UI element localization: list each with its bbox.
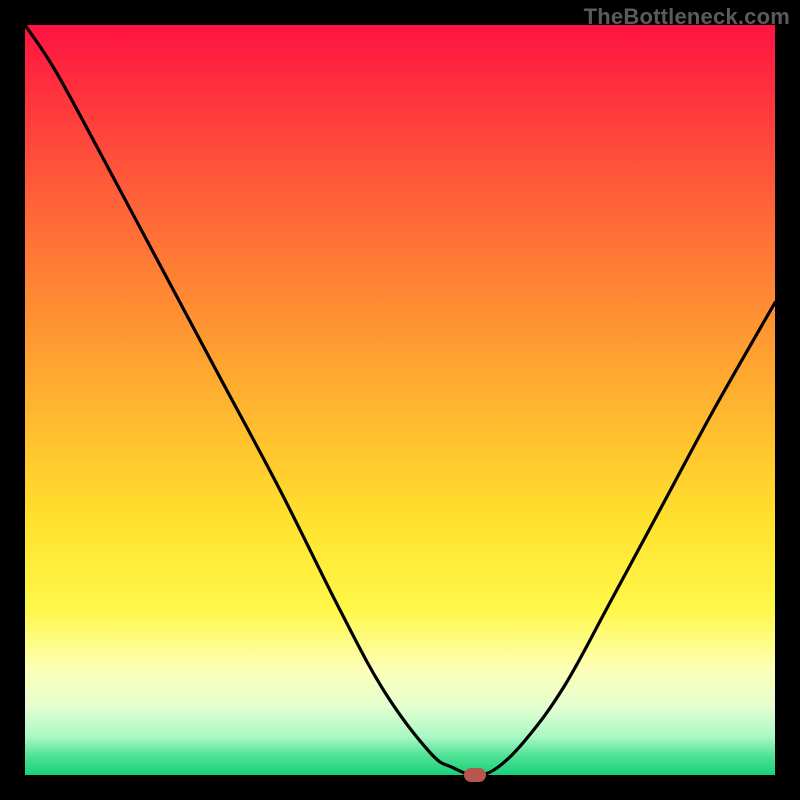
optimal-marker <box>464 768 486 782</box>
bottleneck-curve <box>25 25 775 775</box>
plot-area <box>25 25 775 775</box>
watermark-label: TheBottleneck.com <box>584 4 790 30</box>
chart-frame: TheBottleneck.com <box>0 0 800 800</box>
curve-path <box>25 25 775 775</box>
